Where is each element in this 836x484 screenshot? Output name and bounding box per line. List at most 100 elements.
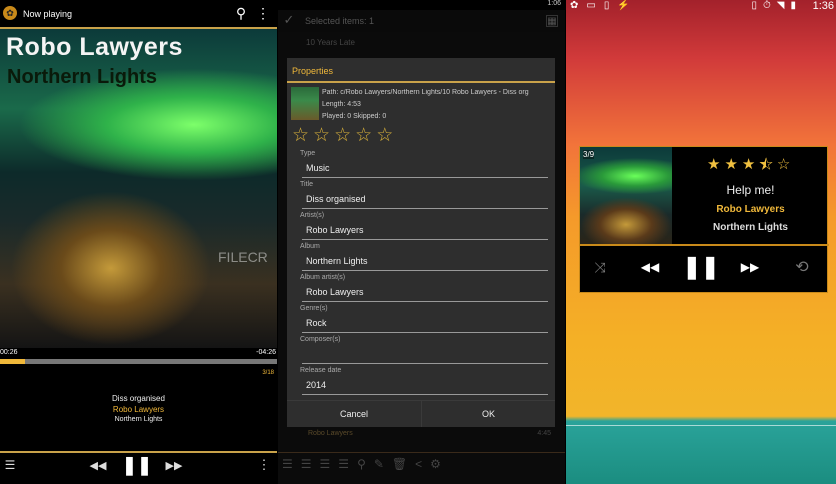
album-name: Northern Lights (114, 416, 163, 423)
star-empty-icon[interactable]: ☆ (334, 126, 351, 146)
field-label: Type (300, 150, 316, 157)
widget-artist: Robo Lawyers (716, 204, 785, 215)
overflow-menu-icon[interactable]: ⋮ (258, 457, 271, 473)
fast-forward-icon[interactable]: ▶▶ (166, 457, 183, 473)
list-icon[interactable]: ☰ (282, 457, 293, 471)
wifi-icon: ◥ (776, 0, 785, 11)
cancel-button[interactable]: Cancel (287, 400, 421, 427)
star-empty-icon[interactable]: ☆ (313, 126, 330, 146)
list-icon[interactable]: ☰ (320, 457, 331, 471)
play-stats: Played: 0 Skipped: 0 (322, 113, 387, 120)
star-empty-icon: ☆ (776, 156, 791, 173)
home-screen: ✿ ▭ ▯ ⚡ ▯ ⏱ ◥ ▮ 1:36 3/9 ★ ★ ★ ★ ☆ Help me! Robo L… (566, 0, 836, 484)
remaining-time: -04:26 (256, 349, 276, 356)
widget-track-position: 3/9 (583, 150, 595, 159)
dialog-title: Properties (292, 66, 334, 76)
star-empty-icon[interactable]: ☆ (376, 126, 393, 146)
properties-dialog: Properties Path: c/Robo Lawyers/Northern… (287, 58, 555, 427)
field-input[interactable]: 2014 (306, 380, 326, 390)
widget-album-art[interactable]: 3/9 (580, 147, 672, 244)
artist-name: Robo Lawyers (112, 405, 165, 414)
divider (278, 452, 565, 453)
app-icon: ✿ (570, 0, 579, 11)
field-underline (302, 363, 548, 364)
field-underline (302, 301, 548, 302)
action-bar: ✿ Now playing ⚲ ⋮ (0, 0, 277, 27)
album-thumbnail (291, 87, 319, 120)
seek-bar[interactable] (0, 359, 277, 364)
check-icon[interactable]: ✓ (282, 12, 296, 27)
field-label: Artist(s) (300, 212, 325, 219)
shuffle-icon[interactable]: ⤨ (590, 259, 610, 275)
screen-title: Now playing (23, 9, 73, 19)
search-icon[interactable]: ⚲ (357, 457, 366, 471)
track-position: 3/18 (262, 370, 274, 376)
field-underline (302, 239, 548, 240)
widget-song: Help me! (726, 183, 775, 197)
divider (566, 425, 836, 426)
notification-icons: ✿ ▭ ▯ ⚡ (570, 0, 630, 11)
rewind-icon[interactable]: ◀◀ (90, 457, 107, 473)
queue-icon[interactable]: ☰ (2, 457, 18, 473)
divider (580, 244, 829, 246)
star-full-icon: ★ (741, 156, 756, 173)
field-input[interactable]: Diss organised (306, 194, 366, 204)
select-all-icon[interactable]: ▦ (546, 15, 558, 27)
alarm-icon: ⏱ (762, 0, 771, 11)
app-logo-icon[interactable]: ✿ (3, 6, 17, 20)
status-bar: 1:06 (278, 0, 565, 10)
rating-stars[interactable]: ☆ ☆ ☆ ☆ ☆ (292, 126, 393, 146)
elapsed-time: 00:26 (0, 349, 18, 356)
delete-icon[interactable]: 🗑 (392, 457, 407, 471)
selection-count: Selected items: 1 (305, 16, 375, 26)
field-label: Composer(s) (300, 336, 341, 343)
divider (0, 451, 277, 453)
battery-alert-icon: ▯ (603, 0, 610, 11)
field-input[interactable]: Rock (306, 318, 327, 328)
list-item-duration: 4:45 (537, 430, 551, 437)
ok-button[interactable]: OK (421, 400, 555, 427)
file-path: Path: c/Robo Lawyers/Northern Lights/10 … (322, 89, 529, 96)
list-icon[interactable]: ☰ (301, 457, 312, 471)
vibrate-icon: ▯ (751, 0, 757, 11)
art-album: Northern Lights (7, 66, 157, 88)
search-icon[interactable]: ⚲ (233, 5, 249, 21)
field-label: Genre(s) (300, 305, 328, 312)
repeat-icon[interactable]: ⟲ (791, 258, 813, 276)
status-time: 1:06 (547, 0, 561, 7)
song-title: Diss organised (112, 394, 165, 403)
field-label: Album artist(s) (300, 274, 346, 281)
flash-icon: ⚡ (617, 0, 630, 11)
field-label: Release date (300, 367, 342, 374)
star-empty-icon[interactable]: ☆ (355, 126, 372, 146)
settings-icon[interactable]: ⚙ (430, 457, 441, 471)
field-underline (302, 332, 548, 333)
battery-icon: ▮ (790, 0, 796, 11)
field-input[interactable]: Robo Lawyers (306, 225, 364, 235)
edit-icon[interactable]: ✎ (374, 457, 384, 471)
now-playing-screen: ✿ Now playing ⚲ ⋮ Robo Lawyers Northern … (0, 0, 277, 484)
status-time: 1:36 (812, 0, 834, 12)
track-length: Length: 4:53 (322, 101, 361, 108)
field-input[interactable]: Robo Lawyers (306, 287, 364, 297)
field-underline (302, 177, 548, 178)
bottom-toolbar: ☰ ☰ ☰ ☰ ⚲ ✎ 🗑 < ⚙ (282, 457, 441, 471)
list-item[interactable]: 10 Years Late (306, 38, 355, 47)
share-icon[interactable]: < (415, 457, 422, 471)
watermark: FILECR (218, 249, 268, 265)
fast-forward-icon[interactable]: ▶▶ (740, 259, 760, 275)
music-widget: 3/9 ★ ★ ★ ★ ☆ Help me! Robo Lawyers Northern… (579, 146, 829, 293)
pause-icon[interactable]: ❚❚ (683, 254, 720, 279)
list-icon[interactable]: ☰ (338, 457, 349, 471)
list-item[interactable]: Robo Lawyers (308, 430, 353, 437)
rewind-icon[interactable]: ◀◀ (640, 259, 660, 275)
field-input[interactable]: Northern Lights (306, 256, 368, 266)
system-icons: ▯ ⏱ ◥ ▮ (751, 0, 796, 11)
overflow-menu-icon[interactable]: ⋮ (256, 5, 270, 21)
star-empty-icon[interactable]: ☆ (292, 126, 309, 146)
pause-icon[interactable]: ❚❚ (122, 455, 152, 475)
divider (287, 81, 555, 83)
field-input[interactable]: Music (306, 163, 330, 173)
field-label: Album (300, 243, 320, 250)
field-underline (302, 208, 548, 209)
